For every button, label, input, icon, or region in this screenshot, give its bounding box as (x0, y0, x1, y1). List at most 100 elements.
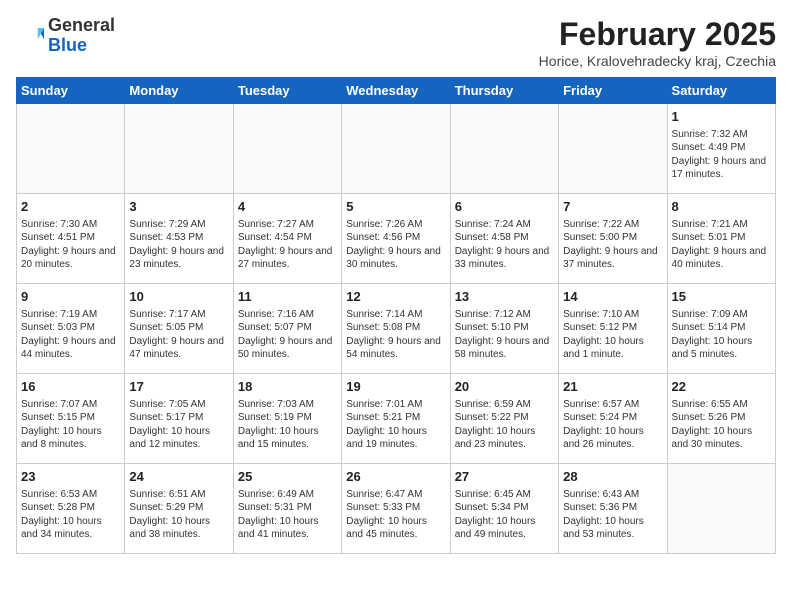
calendar-cell: 22 Sunrise: 6:55 AM Sunset: 5:26 PM Dayli… (667, 374, 775, 464)
calendar-cell: 7 Sunrise: 7:22 AM Sunset: 5:00 PM Daylig… (559, 194, 667, 284)
day-info: Sunrise: 7:27 AM Sunset: 4:54 PM Dayligh… (238, 218, 337, 272)
day-number: 15 (672, 288, 771, 306)
calendar-header: SundayMondayTuesdayWednesdayThursdayFrid… (17, 78, 776, 104)
week-row-3: 16Sunrise: 7:07 AM Sunset: 5:15 PM Dayli… (17, 374, 776, 464)
day-number: 13 (455, 288, 554, 306)
day-number: 10 (129, 288, 228, 306)
calendar-cell: 8 Sunrise: 7:21 AM Sunset: 5:01 PM Daylig… (667, 194, 775, 284)
day-number: 2 (21, 198, 120, 216)
calendar-cell: 3 Sunrise: 7:29 AM Sunset: 4:53 PM Daylig… (125, 194, 233, 284)
calendar-cell: 14Sunrise: 7:10 AM Sunset: 5:12 PM Dayli… (559, 284, 667, 374)
day-number: 14 (563, 288, 662, 306)
calendar-cell: 4 Sunrise: 7:27 AM Sunset: 4:54 PM Daylig… (233, 194, 341, 284)
weekday-sunday: Sunday (17, 78, 125, 104)
calendar-cell: 23Sunrise: 6:53 AM Sunset: 5:28 PM Dayli… (17, 464, 125, 554)
weekday-wednesday: Wednesday (342, 78, 450, 104)
calendar-cell (559, 104, 667, 194)
day-number: 9 (21, 288, 120, 306)
calendar-cell: 1 Sunrise: 7:32 AM Sunset: 4:49 PM Daylig… (667, 104, 775, 194)
calendar-cell (233, 104, 341, 194)
weekday-friday: Friday (559, 78, 667, 104)
calendar-cell: 15 Sunrise: 7:09 AM Sunset: 5:14 PM Dayli… (667, 284, 775, 374)
day-info: Sunrise: 7:01 AM Sunset: 5:21 PM Dayligh… (346, 398, 445, 452)
day-number: 5 (346, 198, 445, 216)
day-info: Sunrise: 6:43 AM Sunset: 5:36 PM Dayligh… (563, 488, 662, 542)
day-info: Sunrise: 6:51 AM Sunset: 5:29 PM Dayligh… (129, 488, 228, 542)
calendar-cell: 25 Sunrise: 6:49 AM Sunset: 5:31 PM Dayli… (233, 464, 341, 554)
day-number: 19 (346, 378, 445, 396)
day-number: 16 (21, 378, 120, 396)
day-info: Sunrise: 7:22 AM Sunset: 5:00 PM Dayligh… (563, 218, 662, 272)
calendar-table: SundayMondayTuesdayWednesdayThursdayFrid… (16, 77, 776, 554)
calendar-subtitle: Horice, Kralovehradecky kraj, Czechia (539, 53, 776, 69)
day-number: 26 (346, 468, 445, 486)
week-row-0: 1 Sunrise: 7:32 AM Sunset: 4:49 PM Daylig… (17, 104, 776, 194)
calendar-cell: 20Sunrise: 6:59 AM Sunset: 5:22 PM Dayli… (450, 374, 558, 464)
calendar-cell: 10 Sunrise: 7:17 AM Sunset: 5:05 PM Dayli… (125, 284, 233, 374)
day-number: 21 (563, 378, 662, 396)
weekday-saturday: Saturday (667, 78, 775, 104)
day-info: Sunrise: 7:17 AM Sunset: 5:05 PM Dayligh… (129, 308, 228, 362)
day-number: 18 (238, 378, 337, 396)
day-info: Sunrise: 6:49 AM Sunset: 5:31 PM Dayligh… (238, 488, 337, 542)
day-number: 1 (672, 108, 771, 126)
calendar-cell: 26 Sunrise: 6:47 AM Sunset: 5:33 PM Dayli… (342, 464, 450, 554)
day-info: Sunrise: 7:21 AM Sunset: 5:01 PM Dayligh… (672, 218, 771, 272)
logo-icon (16, 22, 44, 50)
day-number: 22 (672, 378, 771, 396)
weekday-tuesday: Tuesday (233, 78, 341, 104)
day-info: Sunrise: 6:53 AM Sunset: 5:28 PM Dayligh… (21, 488, 120, 542)
day-info: Sunrise: 7:05 AM Sunset: 5:17 PM Dayligh… (129, 398, 228, 452)
day-number: 7 (563, 198, 662, 216)
day-info: Sunrise: 7:03 AM Sunset: 5:19 PM Dayligh… (238, 398, 337, 452)
calendar-cell: 13 Sunrise: 7:12 AM Sunset: 5:10 PM Dayli… (450, 284, 558, 374)
week-row-2: 9 Sunrise: 7:19 AM Sunset: 5:03 PM Daylig… (17, 284, 776, 374)
calendar-cell: 18 Sunrise: 7:03 AM Sunset: 5:19 PM Dayli… (233, 374, 341, 464)
day-number: 4 (238, 198, 337, 216)
calendar-title: February 2025 (539, 16, 776, 53)
calendar-cell: 17 Sunrise: 7:05 AM Sunset: 5:17 PM Dayli… (125, 374, 233, 464)
day-info: Sunrise: 7:09 AM Sunset: 5:14 PM Dayligh… (672, 308, 771, 362)
calendar-cell: 6Sunrise: 7:24 AM Sunset: 4:58 PM Daylig… (450, 194, 558, 284)
calendar-cell (17, 104, 125, 194)
day-number: 17 (129, 378, 228, 396)
day-number: 12 (346, 288, 445, 306)
day-number: 11 (238, 288, 337, 306)
day-number: 27 (455, 468, 554, 486)
weekday-row: SundayMondayTuesdayWednesdayThursdayFrid… (17, 78, 776, 104)
week-row-1: 2 Sunrise: 7:30 AM Sunset: 4:51 PM Daylig… (17, 194, 776, 284)
day-number: 8 (672, 198, 771, 216)
logo-blue: Blue (48, 35, 87, 55)
calendar-body: 1 Sunrise: 7:32 AM Sunset: 4:49 PM Daylig… (17, 104, 776, 554)
calendar-cell: 5Sunrise: 7:26 AM Sunset: 4:56 PM Daylig… (342, 194, 450, 284)
day-info: Sunrise: 6:55 AM Sunset: 5:26 PM Dayligh… (672, 398, 771, 452)
day-number: 20 (455, 378, 554, 396)
day-info: Sunrise: 6:45 AM Sunset: 5:34 PM Dayligh… (455, 488, 554, 542)
day-info: Sunrise: 6:47 AM Sunset: 5:33 PM Dayligh… (346, 488, 445, 542)
calendar-cell: 27 Sunrise: 6:45 AM Sunset: 5:34 PM Dayli… (450, 464, 558, 554)
day-number: 3 (129, 198, 228, 216)
day-number: 28 (563, 468, 662, 486)
calendar-cell: 28 Sunrise: 6:43 AM Sunset: 5:36 PM Dayli… (559, 464, 667, 554)
day-number: 24 (129, 468, 228, 486)
calendar-cell: 24 Sunrise: 6:51 AM Sunset: 5:29 PM Dayli… (125, 464, 233, 554)
calendar-cell: 21Sunrise: 6:57 AM Sunset: 5:24 PM Dayli… (559, 374, 667, 464)
calendar-cell (342, 104, 450, 194)
day-info: Sunrise: 7:30 AM Sunset: 4:51 PM Dayligh… (21, 218, 120, 272)
day-number: 25 (238, 468, 337, 486)
calendar-cell: 19 Sunrise: 7:01 AM Sunset: 5:21 PM Dayli… (342, 374, 450, 464)
day-info: Sunrise: 7:32 AM Sunset: 4:49 PM Dayligh… (672, 128, 771, 182)
title-area: February 2025 Horice, Kralovehradecky kr… (539, 16, 776, 69)
logo: General Blue (16, 16, 115, 56)
weekday-thursday: Thursday (450, 78, 558, 104)
day-info: Sunrise: 7:29 AM Sunset: 4:53 PM Dayligh… (129, 218, 228, 272)
calendar-cell: 12 Sunrise: 7:14 AM Sunset: 5:08 PM Dayli… (342, 284, 450, 374)
calendar-cell: 16Sunrise: 7:07 AM Sunset: 5:15 PM Dayli… (17, 374, 125, 464)
day-info: Sunrise: 7:19 AM Sunset: 5:03 PM Dayligh… (21, 308, 120, 362)
day-info: Sunrise: 7:16 AM Sunset: 5:07 PM Dayligh… (238, 308, 337, 362)
calendar-cell: 9 Sunrise: 7:19 AM Sunset: 5:03 PM Daylig… (17, 284, 125, 374)
day-info: Sunrise: 7:12 AM Sunset: 5:10 PM Dayligh… (455, 308, 554, 362)
calendar-cell: 2 Sunrise: 7:30 AM Sunset: 4:51 PM Daylig… (17, 194, 125, 284)
calendar-cell (667, 464, 775, 554)
day-info: Sunrise: 7:14 AM Sunset: 5:08 PM Dayligh… (346, 308, 445, 362)
